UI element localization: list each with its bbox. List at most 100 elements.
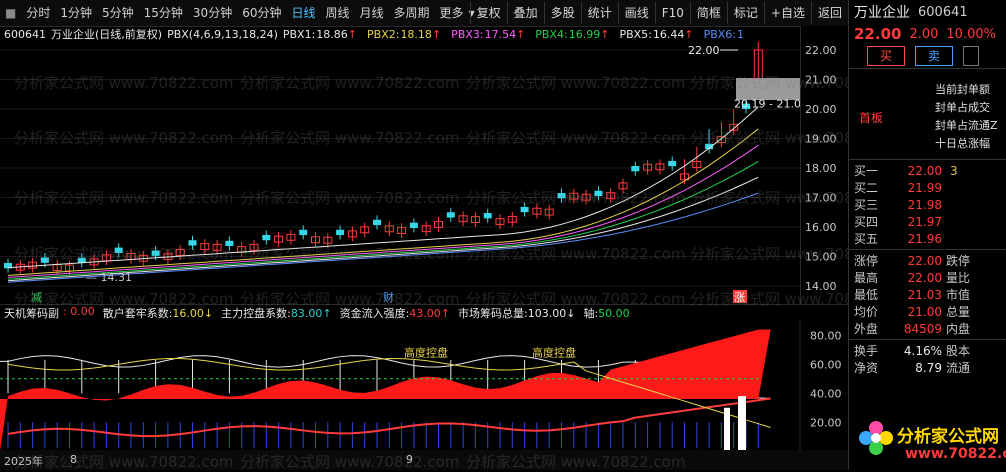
sub-axis-tick: 40.00 [810,387,842,400]
ma-line [7,192,759,283]
ma-line [7,176,759,282]
toolbar-button[interactable]: 标记 [726,2,764,24]
stat-value: 22.00 [907,253,942,268]
pbx-label: PBX4: [535,27,568,41]
period-tab[interactable]: 日线 [286,2,320,24]
candle-body [631,166,640,172]
axis-tick: 15.00 [805,251,837,264]
bid-price: 21.99 [907,180,942,195]
period-tab[interactable]: 5分钟 [97,2,139,24]
toolbar-button[interactable]: +自选 [763,2,811,24]
bid-row: 买四 21.97 [849,213,1006,230]
toolbar-button[interactable]: 画线 [617,2,655,24]
toolbar-button[interactable]: 返回 [810,2,848,24]
pbx-value: 16.99 [568,27,601,41]
candle-body [188,240,197,246]
toolbar-button[interactable]: 复权 [469,2,507,24]
period-tab[interactable]: 周线 [321,2,355,24]
buy-button[interactable]: 买 [867,46,905,66]
sub-item-value: 103.00↓ [527,307,576,320]
quote-header: 万业企业 600641 [849,0,1006,24]
period-tab[interactable]: 1分钟 [55,2,97,24]
toolbar-button[interactable]: 统计 [580,2,618,24]
stat-value: 22.00 [907,270,942,285]
candle-body [594,190,603,197]
axis-tick: 21.00 [805,74,837,87]
sell-button[interactable]: 卖 [915,46,953,66]
period-tab[interactable]: 60分钟 [237,2,286,24]
stat-row: 最高 22.00 量比 [849,269,1006,286]
axis-tick: 18.00 [805,162,837,175]
indicator-name[interactable]: PBX(4,6,9,13,18,24) [167,28,278,41]
sub-item-value: 83.00↑ [290,307,332,320]
stat-label-2: 市值 [946,288,971,302]
sub-indicator-name[interactable]: 天机筹码副 [4,305,59,321]
toolbar-button[interactable]: 叠加 [506,2,544,24]
bid-price: 22.00 [907,163,942,178]
candle-body [483,213,492,219]
quote-price-row: 22.00 2.00 10.00% [849,24,1006,44]
period-tab[interactable]: 更多 [435,2,469,24]
flower-logo-icon [859,421,893,455]
sub-item: 散户套牢系数:16.00↓ [103,305,217,321]
high-price-label: 22.00 [688,44,720,57]
period-tab[interactable]: 15分钟 [139,2,188,24]
stat-label: 外盘 [854,322,879,336]
stat-value: 4.16% [903,343,942,358]
toolbar-right-buttons: 复权 叠加 多股 统计 画线 F10 简框 标记 +自选 返回 [469,0,848,26]
up-arrow-icon: ↑ [347,27,358,41]
pbx-value: 16.44 [652,27,685,41]
up-arrow-icon: ↑ [516,27,526,41]
period-tab[interactable]: 分时 [21,2,55,24]
square-icon[interactable]: ■ [0,2,21,24]
stock-code: 600641 [4,27,46,41]
stat-label-2: 总量 [946,305,971,319]
toolbar-button[interactable]: 简框 [689,2,727,24]
stat-row: 净资 8.79 流通 [849,359,1006,376]
pbx-item: PBX2:18.18↑ [367,28,446,41]
quote-stock-name: 万业企业 [854,5,910,21]
period-tab[interactable]: 30分钟 [188,2,237,24]
period-toolbar: ■ 分时 1分钟 5分钟 15分钟 30分钟 60分钟 日线 周线 月线 多周期 更多 ▾ 复权 叠加… [0,0,848,27]
bid-price: 21.97 [907,214,942,229]
pbx-label: PBX1: [282,27,316,41]
bid-label: 买二 [854,181,879,195]
stat-row: 涨停 22.00 跌停 [849,252,1006,269]
extra-button[interactable] [963,46,979,66]
up-arrow-icon: ↑ [684,27,694,41]
sub-item-value: 16.00↓ [172,307,214,320]
bid-volume: 3 [950,163,958,178]
bid-label: 买四 [854,215,879,229]
up-arrow-icon: ↑ [431,27,442,41]
bid-row: 买一 22.00 3 [849,162,1006,179]
sub-item: : 0.00 [63,305,99,321]
up-arrow-icon: ↑ [600,27,610,41]
sub-item: 资金流入强度:43.00↑ [340,305,454,321]
stat-label: 最高 [854,271,879,285]
bid-row: 买五 21.96 [849,230,1006,247]
candlestick-chart[interactable]: 22.00 — 14.31 20.19 - 21.0 减 财 涨 [0,42,848,304]
stat-label-2: 量比 [946,271,971,285]
pbx-value: 1 [737,27,744,41]
low-price-label: — 14.31 [86,271,132,284]
period-tab[interactable]: 月线 [355,2,389,24]
stat-value: 8.79 [915,360,942,375]
control-label-2: 高度控盘 [532,346,576,360]
period-tab[interactable]: 多周期 [389,2,435,24]
candle-body [336,229,345,236]
price-change-pct: 10.00% [946,26,996,42]
board-tag: 首板 [859,111,884,125]
pbx-item: PBX6:1 [704,28,744,41]
quote-panel: 万业企业 600641 22.00 2.00 10.00% 买 卖 首板 当前封… [848,0,1006,470]
toolbar-button[interactable]: 多股 [543,2,581,24]
stat-row: 换手 4.16% 股本 [849,342,1006,359]
axis-tick: 14.00 [805,280,837,293]
stat-value: 21.03 [907,287,942,302]
sub-indicator-values: : 0.00 散户套牢系数:16.00↓ 主力控盘系数:83.00↑ 资金流入强度:4… [63,305,638,321]
axis-tick: 17.00 [805,192,837,205]
toolbar-button[interactable]: F10 [654,2,690,24]
axis-tick: 20.00 [805,103,837,116]
control-area [0,329,771,450]
candle-body [262,234,271,241]
chip-indicator-chart[interactable]: 高度控盘 高度控盘 80.00 60.00 40.00 20.00 [0,320,848,450]
